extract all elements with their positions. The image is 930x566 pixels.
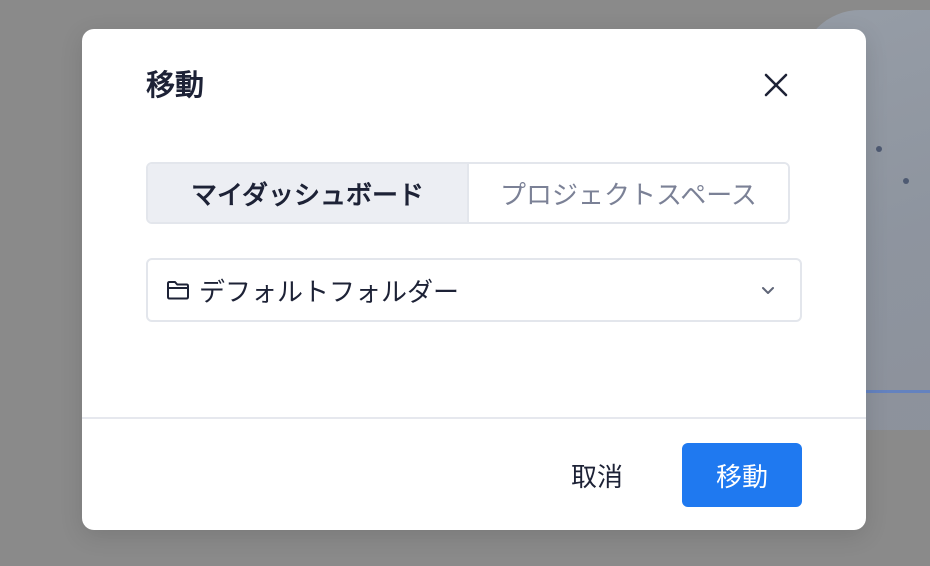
cancel-button[interactable]: 取消 (552, 443, 642, 507)
folder-icon (165, 277, 191, 303)
background-dot (903, 178, 909, 184)
dialog-title: 移動 (146, 68, 205, 102)
destination-tabs: マイダッシュボード プロジェクトスペース (146, 162, 790, 224)
folder-select[interactable]: デフォルトフォルダー (146, 258, 802, 322)
move-dialog: 移動 マイダッシュボード プロジェクトスペース デフォルトフォルダー 取消 移動 (82, 29, 866, 530)
move-button[interactable]: 移動 (682, 443, 802, 507)
tab-project-space[interactable]: プロジェクトスペース (469, 164, 788, 222)
chevron-down-icon (756, 278, 780, 302)
background-dot (876, 146, 882, 152)
tab-my-dashboard[interactable]: マイダッシュボード (148, 164, 469, 222)
folder-select-value: デフォルトフォルダー (199, 277, 460, 308)
close-icon (764, 73, 788, 97)
close-button[interactable] (758, 67, 794, 103)
footer-divider (82, 417, 866, 419)
